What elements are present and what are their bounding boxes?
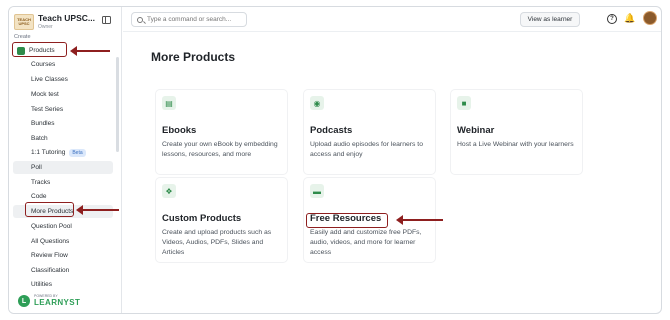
folder-icon: ▬ — [310, 184, 324, 198]
sidebar-item-question-pool[interactable]: Question Pool — [13, 220, 113, 233]
annotation-arrow-free-resources — [396, 215, 443, 225]
help-icon[interactable]: ? — [607, 14, 617, 24]
sidebar-item-label: Question Pool — [31, 223, 72, 230]
sidebar-item-label: Batch — [31, 135, 48, 142]
sidebar-item-batch[interactable]: Batch — [13, 132, 113, 145]
sidebar-item-tutoring[interactable]: 1:1 Tutoring Beta — [13, 146, 113, 159]
brand-name: Teach UPSC... — [38, 13, 95, 24]
card-description: Easily add and customize free PDFs, audi… — [310, 229, 422, 256]
learnyst-name: LEARNYST — [34, 297, 81, 307]
sidebar-item-all-questions[interactable]: All Questions — [13, 235, 113, 248]
command-search[interactable] — [131, 12, 247, 27]
powered-by-learnyst: L POWERED BY LEARNYST — [18, 295, 80, 307]
sidebar-item-label: Review Flow — [31, 252, 68, 259]
sidebar-item-label: Tracks — [31, 179, 51, 186]
card-title: Webinar — [457, 125, 495, 136]
brand-role: Owner — [38, 23, 53, 30]
main-content: More Products ▤ Ebooks Create your own e… — [123, 33, 661, 313]
sidebar-item-label: Mock test — [31, 91, 59, 98]
sidebar-item-bundles[interactable]: Bundles — [13, 117, 113, 130]
annotation-arrow-more-products — [76, 205, 119, 215]
sidebar-item-label: Classification — [31, 267, 70, 274]
product-card-podcasts[interactable]: ◉ Podcasts Upload audio episodes for lea… — [303, 89, 436, 175]
app-window: TEACH UPSC Teach UPSC... Owner Create Pr… — [8, 6, 662, 314]
notification-bell-icon[interactable]: 🔔 — [624, 13, 635, 24]
sidebar-item-review-flow[interactable]: Review Flow — [13, 249, 113, 262]
sidebar-item-label: Live Classes — [31, 76, 68, 83]
sidebar-item-label: All Questions — [31, 238, 70, 245]
search-input[interactable] — [147, 16, 243, 23]
card-title: Podcasts — [310, 125, 353, 136]
sidebar-item-label: Test Series — [31, 106, 64, 113]
card-description: Create your own eBook by embedding lesso… — [162, 141, 278, 158]
search-icon — [137, 16, 143, 23]
sidebar-item-label: Bundles — [31, 120, 55, 127]
view-as-learner-button[interactable]: View as learner — [520, 12, 580, 27]
annotation-arrow-products — [70, 46, 110, 56]
sidebar-item-utilities[interactable]: Utilities — [13, 278, 113, 291]
avatar[interactable] — [643, 11, 657, 25]
topbar: View as learner ? 🔔 — [123, 7, 661, 32]
sidebar-item-poll[interactable]: Poll — [13, 161, 113, 174]
custom-products-icon: ❖ — [162, 184, 176, 198]
sidebar-item-test-series[interactable]: Test Series — [13, 103, 113, 116]
annotation-more-products-box — [25, 202, 74, 217]
sidebar-item-label: Utilities — [31, 281, 52, 288]
card-title: Ebooks — [162, 125, 197, 136]
sidebar-item-classification[interactable]: Classification — [13, 264, 113, 277]
brand-logo: TEACH UPSC — [14, 14, 34, 30]
product-card-ebooks[interactable]: ▤ Ebooks Create your own eBook by embedd… — [155, 89, 288, 175]
sidebar-item-label: Poll — [31, 164, 42, 171]
annotation-free-resources-box — [306, 213, 388, 228]
product-card-custom-products[interactable]: ❖ Custom Products Create and upload prod… — [155, 177, 288, 263]
annotation-products-box — [12, 42, 67, 57]
page-title: More Products — [151, 50, 236, 64]
product-card-webinar[interactable]: ■ Webinar Host a Live Webinar with your … — [450, 89, 583, 175]
video-icon: ■ — [457, 96, 471, 110]
card-description: Host a Live Webinar with your learners — [457, 141, 574, 148]
beta-badge: Beta — [69, 148, 86, 157]
sidebar-item-mock-test[interactable]: Mock test — [13, 88, 113, 101]
card-description: Create and upload products such as Video… — [162, 229, 272, 256]
sidebar-item-live-classes[interactable]: Live Classes — [13, 73, 113, 86]
section-label: Create — [14, 34, 31, 40]
sidebar-item-tracks[interactable]: Tracks — [13, 176, 113, 189]
sidebar-collapse-icon[interactable] — [102, 16, 111, 24]
ebook-icon: ▤ — [162, 96, 176, 110]
sidebar-scrollbar[interactable] — [116, 57, 119, 152]
learnyst-logo-icon: L — [18, 295, 30, 307]
podcast-icon: ◉ — [310, 96, 324, 110]
sidebar-item-label: Courses — [31, 61, 56, 68]
card-description: Upload audio episodes for learners to ac… — [310, 141, 423, 158]
sidebar-item-label: 1:1 Tutoring — [31, 149, 66, 156]
sidebar-item-courses[interactable]: Courses — [13, 58, 113, 71]
sidebar-item-label: Code — [31, 193, 47, 200]
card-title: Custom Products — [162, 213, 242, 224]
